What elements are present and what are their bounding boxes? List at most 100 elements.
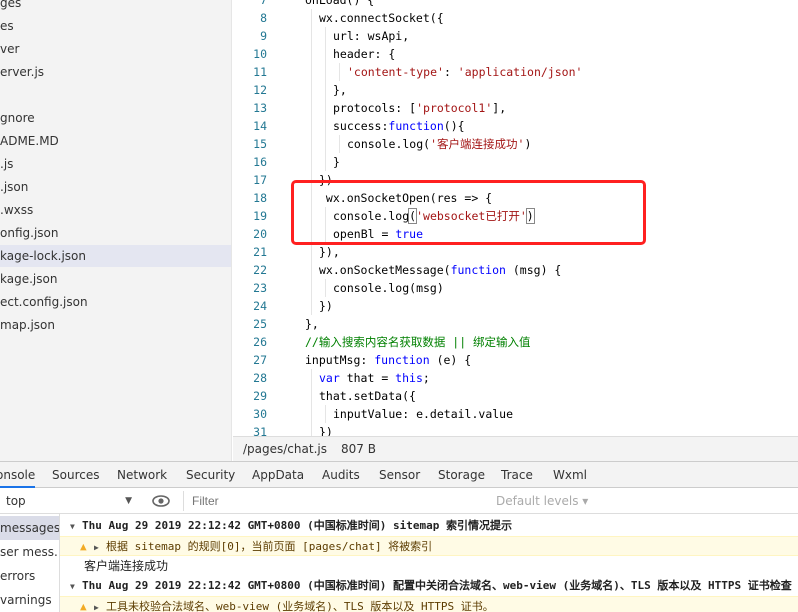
line-number: 21 [253, 245, 267, 259]
code-text: that.setData({ [319, 387, 416, 405]
code-token: 'application/json' [457, 65, 583, 79]
code-text: success:function(){ [333, 117, 465, 135]
file-tree-item[interactable]: ver [0, 38, 231, 60]
devtools-tab[interactable]: Audits [322, 462, 360, 488]
indent-guide [311, 387, 312, 405]
console-sidebar-item[interactable]: varnings [0, 588, 59, 612]
code-token: function [388, 119, 444, 133]
devtools-tab[interactable]: AppData [252, 462, 304, 488]
code-token: wx.onSocketMessage( [319, 263, 451, 277]
line-number: 12 [253, 83, 267, 97]
line-number: 16 [253, 155, 267, 169]
line-number: 31 [253, 425, 267, 436]
code-text: console.log(msg) [333, 279, 444, 297]
devtools-tab[interactable]: onsole [0, 462, 36, 488]
code-token: var [319, 371, 340, 385]
expand-triangle-icon[interactable]: ▼ [70, 577, 82, 596]
file-tree-item[interactable]: kage.json [0, 268, 231, 290]
code-token: url: wsApi, [333, 29, 410, 43]
file-tree-item[interactable]: erver.js [0, 61, 231, 83]
devtools-tab[interactable]: Sources [52, 462, 99, 488]
file-tree-item[interactable]: map.json [0, 314, 231, 336]
line-number: 20 [253, 227, 267, 241]
file-tree-item[interactable]: .js [0, 153, 231, 175]
log-row: ▲ ▶ 工具未校验合法域名、web-view (业务域名)、TLS 版本以及 HTT… [60, 596, 798, 612]
indent-guide [311, 189, 312, 207]
file-size: 807 B [341, 442, 376, 456]
indent-guide [311, 297, 312, 315]
indent-guide [311, 153, 312, 171]
file-tree-item[interactable]: ect.config.json [0, 291, 231, 313]
log-row[interactable]: ▼ Thu Aug 29 2019 22:12:42 GMT+0800 (中国标准… [60, 516, 798, 536]
file-tree-item[interactable]: kage-lock.json [0, 245, 231, 267]
code-text: inputMsg: function (e) { [305, 351, 471, 369]
code-token: }, [305, 317, 319, 331]
code-text: console.log('客户端连接成功') [347, 135, 531, 153]
file-tree-item[interactable]: ges [0, 0, 231, 14]
file-tree-item[interactable]: .json [0, 176, 231, 198]
file-tree-item[interactable]: .wxss [0, 199, 231, 221]
devtools-tab[interactable]: Trace [501, 462, 533, 488]
line-number: 9 [260, 29, 267, 43]
file-tree-item[interactable] [0, 84, 231, 106]
code-text: onLoad() { [305, 0, 374, 9]
code-line: 8 wx.connectSocket({ [233, 9, 798, 27]
indent-guide [325, 27, 326, 45]
code-token: console.log(msg) [333, 281, 444, 295]
code-text: openBl = true [333, 225, 423, 243]
line-number: 19 [253, 209, 267, 223]
log-text: 客户端连接成功 [84, 559, 169, 573]
code-token: protocols: [ [333, 101, 417, 115]
indent-guide [339, 135, 340, 153]
code-token: 'content-type' [347, 65, 444, 79]
log-row[interactable]: ▼ Thu Aug 29 2019 22:12:42 GMT+0800 (中国标准… [60, 576, 798, 596]
devtools-tab[interactable]: Wxml [553, 462, 587, 488]
line-number: 30 [253, 407, 267, 421]
indent-guide [311, 423, 312, 436]
console-sidebar: messages ser mess... errors varnings [0, 514, 60, 612]
code-editor[interactable]: 7 onLoad() {8 wx.connectSocket({9 url: wsAp… [233, 0, 798, 436]
line-number: 29 [253, 389, 267, 403]
context-select[interactable]: top ▼ [0, 490, 140, 512]
devtools-tab[interactable]: Sensor [379, 462, 420, 488]
line-number: 8 [260, 11, 267, 25]
log-levels-dropdown[interactable]: Default levels ▾ [496, 490, 588, 512]
devtools-tab[interactable]: Storage [438, 462, 485, 488]
console-log: ▼ Thu Aug 29 2019 22:12:42 GMT+0800 (中国标准… [60, 514, 798, 612]
code-token: inputValue: e.detail.value [333, 407, 514, 421]
file-tree-item[interactable]: es [0, 15, 231, 37]
code-token: success: [333, 119, 389, 133]
file-tree-item[interactable]: ADME.MD [0, 130, 231, 152]
code-text: console.log('websocket已打开') [333, 207, 535, 225]
expand-triangle-icon[interactable]: ▼ [70, 517, 82, 536]
editor-status-bar: /pages/chat.js 807 B [233, 436, 798, 461]
file-tree-item[interactable]: gnore [0, 107, 231, 129]
devtools-tab[interactable]: Security [186, 462, 235, 488]
code-token: ) [525, 208, 535, 224]
indent-guide [311, 369, 312, 387]
console-sidebar-item[interactable]: ser mess... [0, 540, 59, 564]
log-text: Thu Aug 29 2019 22:12:42 GMT+0800 (中国标准时… [82, 519, 513, 532]
code-token: wx.connectSocket({ [319, 11, 444, 25]
log-text: 工具未校验合法域名、web-view (业务域名)、TLS 版本以及 HTTPS… [106, 600, 494, 612]
filter-input[interactable] [183, 491, 483, 511]
expand-triangle-icon[interactable]: ▶ [94, 538, 106, 555]
eye-icon[interactable] [151, 491, 171, 511]
file-tree-item[interactable]: onfig.json [0, 222, 231, 244]
code-token: '客户端连接成功' [430, 137, 525, 151]
code-token: }) [319, 173, 333, 187]
code-text: 'content-type': 'application/json' [347, 63, 582, 81]
code-text: var that = this; [319, 369, 430, 387]
expand-triangle-icon[interactable]: ▶ [94, 598, 106, 612]
line-number: 23 [253, 281, 267, 295]
code-text: } [333, 153, 340, 171]
console-sidebar-item[interactable]: messages [0, 516, 59, 540]
line-number: 17 [253, 173, 267, 187]
indent-guide [311, 81, 312, 99]
log-text: 根据 sitemap 的规则[0]，当前页面 [pages/chat] 将被索引 [106, 540, 433, 553]
console-sidebar-item[interactable]: errors [0, 564, 59, 588]
code-text: }) [319, 297, 333, 315]
devtools-tab[interactable]: Network [117, 462, 167, 488]
code-token: : [443, 65, 458, 79]
code-line: 11 'content-type': 'application/json' [233, 63, 798, 81]
